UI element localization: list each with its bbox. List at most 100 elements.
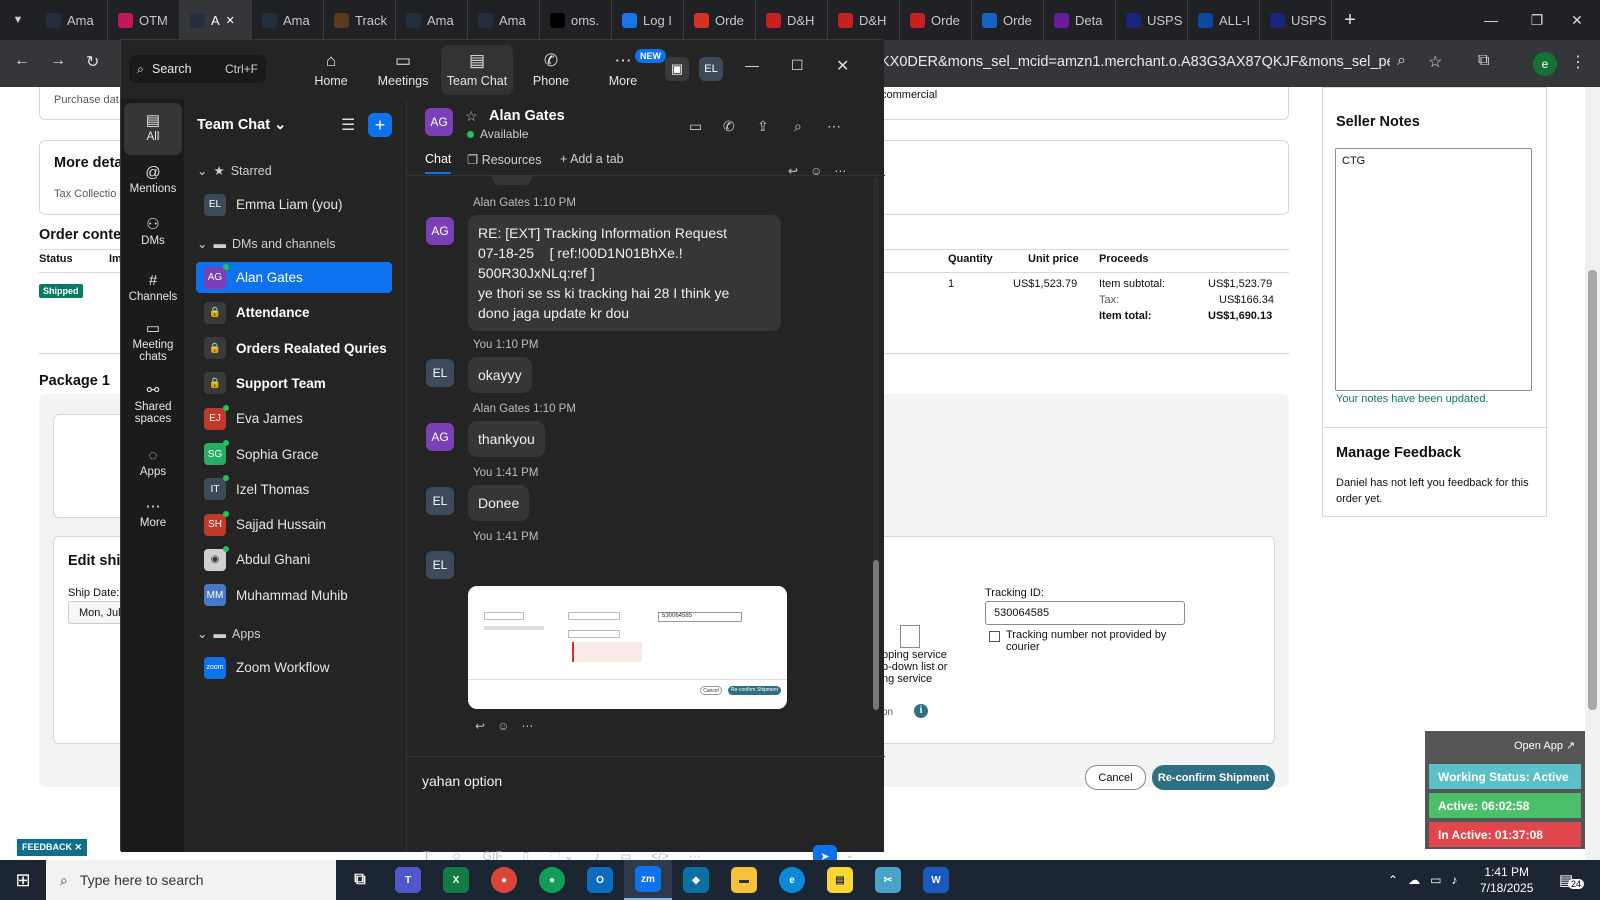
team-chat-title[interactable]: Team Chat ⌄ [197, 117, 286, 133]
tracking-not-provided-checkbox[interactable] [989, 631, 1000, 642]
video-call-icon[interactable]: ▭ [689, 118, 702, 135]
emoji-reaction-icon[interactable]: ☺ [810, 164, 822, 178]
close-window-button[interactable]: ✕ [1554, 0, 1600, 40]
rail-item[interactable]: ⚇ DMs [124, 207, 182, 259]
sidebar-item[interactable]: EJ Eva James [196, 403, 392, 434]
contact-avatar[interactable]: AG [425, 108, 453, 136]
chat-scrollbar-thumb[interactable] [873, 560, 879, 710]
browser-tab[interactable]: ALL-I [1188, 0, 1260, 40]
minimize-window-button[interactable]: — [1468, 0, 1514, 40]
rail-item[interactable]: ⚯ Shared spaces [124, 379, 182, 431]
sticky-notes-icon[interactable]: ▤ [816, 860, 864, 900]
url-text[interactable]: KX0DER&mons_sel_mcid=amzn1.merchant.o.A8… [880, 54, 1390, 70]
open-app-link[interactable]: Open App ↗ [1514, 739, 1575, 752]
rail-item[interactable]: ◌ Apps [124, 438, 182, 490]
nav-home[interactable]: ⌂ Home [295, 45, 367, 95]
dms-section[interactable]: ⌄ ▬ DMs and channels [197, 236, 336, 252]
search-icon[interactable]: ⌕ [794, 118, 802, 135]
seller-notes-textarea[interactable]: CTG [1335, 148, 1532, 391]
outlook-icon[interactable]: O [576, 860, 624, 900]
bookmark-star-icon[interactable]: ☆ [1428, 52, 1442, 72]
browser-tab[interactable]: D&H [828, 0, 900, 40]
browser-menu-icon[interactable]: ⋮ [1570, 52, 1586, 72]
user-avatar[interactable]: EL [699, 57, 723, 81]
onedrive-icon[interactable]: ☁ [1408, 873, 1420, 887]
new-chat-button[interactable]: + [368, 113, 392, 137]
sidebar-item[interactable]: IT Izel Thomas [196, 474, 392, 505]
taskbar-search-box[interactable]: ⌕ Type here to search [46, 860, 336, 900]
message-avatar[interactable]: EL [426, 487, 454, 515]
browser-tab[interactable]: A ✕ [180, 0, 252, 40]
excel-icon[interactable]: X [432, 860, 480, 900]
message-avatar[interactable]: AG [426, 423, 454, 451]
volume-icon[interactable]: ♪ [1451, 873, 1457, 887]
message-bubble[interactable]: thankyou [468, 421, 545, 457]
reload-icon[interactable]: ↻ [86, 52, 99, 72]
sidebar-item[interactable]: SH Sajjad Hussain [196, 509, 392, 540]
contact-name[interactable]: Alan Gates [489, 108, 565, 124]
message-more-icon[interactable]: ⋯ [834, 164, 846, 178]
nav-team-chat[interactable]: ▤ Team Chat [441, 45, 513, 95]
browser-tab[interactable]: Orde [972, 0, 1044, 40]
sidebar-item[interactable]: 🔒 Attendance [196, 297, 392, 328]
browser-tab[interactable]: Orde [900, 0, 972, 40]
close-tab-icon[interactable]: ✕ [226, 14, 235, 27]
sidebar-item[interactable]: 🔒 Support Team [196, 368, 392, 399]
info-icon[interactable]: i [914, 704, 928, 718]
re-confirm-shipment-button[interactable]: Re-confirm Shipment [1152, 765, 1275, 790]
browser-tab[interactable]: Log I [612, 0, 684, 40]
task-view-icon[interactable]: ⧉ [336, 860, 384, 900]
browser-tab[interactable]: USPS [1116, 0, 1188, 40]
browser-tab[interactable]: Ama [468, 0, 540, 40]
sidebar-item[interactable]: AG Alan Gates [196, 262, 392, 293]
apps-section[interactable]: ⌄ ▬ Apps [197, 626, 260, 642]
rail-item[interactable]: ▭ Meeting chats [124, 317, 182, 369]
zoom-close-button[interactable]: ✕ [836, 56, 849, 76]
app-icon[interactable]: ◆ [672, 860, 720, 900]
feedback-tab[interactable]: FEEDBACK ✕ [17, 839, 88, 856]
zoom-magnifier-icon[interactable]: ⌕ [1397, 52, 1406, 70]
tracking-id-input[interactable]: 530064585 [985, 601, 1185, 625]
back-icon[interactable]: ← [14, 52, 30, 70]
browser-tab[interactable]: Ama [396, 0, 468, 40]
sidebar-item[interactable]: MM Muhammad Muhib [196, 580, 392, 611]
carrier-select-edge[interactable] [900, 625, 920, 648]
tab-search-menu-icon[interactable]: ▼ [0, 0, 36, 40]
sidebar-item[interactable]: zoom Zoom Workflow [196, 652, 392, 683]
zoom-search-box[interactable]: ⌕ Search Ctrl+F [129, 55, 266, 83]
chrome-icon[interactable]: ● [480, 860, 528, 900]
browser-tab[interactable]: USPS [1260, 0, 1332, 40]
taskbar-clock[interactable]: 1:41 PM 7/18/2025 [1480, 864, 1533, 896]
tab-add[interactable]: + Add a tab [560, 152, 624, 166]
zoom-minimize-button[interactable]: — [745, 57, 759, 73]
phone-call-icon[interactable]: ✆ [723, 118, 735, 135]
nav-meetings[interactable]: ▭ Meetings [367, 45, 439, 95]
edge-icon[interactable]: e [768, 860, 816, 900]
tray-expand-icon[interactable]: ⌃ [1388, 873, 1398, 887]
chrome-profile-icon[interactable]: ● [528, 860, 576, 900]
compose-input[interactable]: yahan option [422, 773, 502, 789]
file-explorer-icon[interactable]: ▬ [720, 860, 768, 900]
teams-icon[interactable]: T [384, 860, 432, 900]
gift-icon[interactable]: ▣ [665, 57, 689, 81]
chat-scrollbar[interactable] [873, 177, 879, 710]
message-avatar[interactable]: EL [426, 551, 454, 579]
message-avatar[interactable]: AG [426, 217, 454, 245]
new-tab-button[interactable]: + [1332, 9, 1368, 32]
message-bubble[interactable]: Donee [468, 485, 530, 521]
rail-item[interactable]: @ Mentions [124, 155, 182, 207]
emoji-reaction-icon[interactable]: ☺ [497, 719, 509, 733]
zoom-taskbar-icon[interactable]: zm [624, 860, 672, 900]
windows-start-icon[interactable]: ⊞ [0, 860, 46, 900]
page-scrollbar[interactable] [1585, 87, 1600, 860]
cancel-button[interactable]: Cancel [1085, 765, 1146, 790]
sidebar-item[interactable]: EL Emma Liam (you) [196, 189, 392, 220]
sidebar-item[interactable]: 🔒 Orders Realated Quries [196, 333, 392, 364]
more-options-icon[interactable]: ⋯ [827, 118, 841, 135]
filter-icon[interactable]: ☰ [341, 115, 355, 135]
browser-tab[interactable]: OTM [108, 0, 180, 40]
tab-resources[interactable]: ❐ Resources [467, 152, 541, 167]
forward-icon[interactable]: → [50, 52, 66, 70]
profile-avatar[interactable]: e [1533, 52, 1557, 76]
browser-tab[interactable]: Deta [1044, 0, 1116, 40]
